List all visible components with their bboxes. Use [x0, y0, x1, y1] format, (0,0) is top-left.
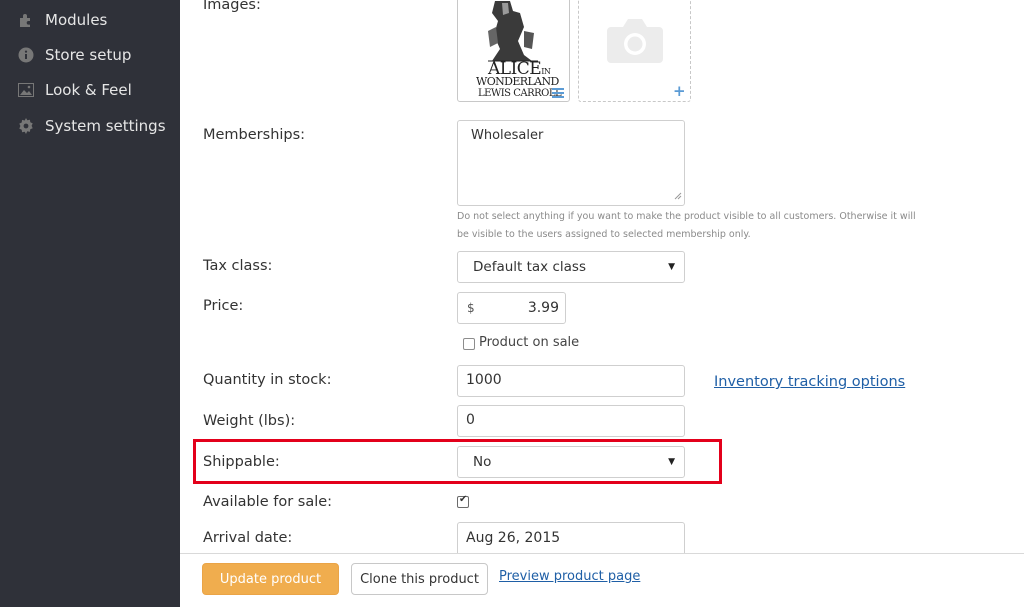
tax-class-label: Tax class: [203, 258, 273, 274]
sidebar-item-system-settings[interactable]: System settings [0, 109, 180, 143]
camera-icon [607, 17, 663, 67]
sidebar-item-modules[interactable]: Modules [0, 3, 180, 37]
quantity-input[interactable]: 1000 [457, 365, 685, 397]
price-value: 3.99 [527, 300, 559, 316]
drag-handle-icon[interactable] [552, 83, 564, 101]
product-on-sale-checkbox[interactable] [463, 338, 475, 350]
price-label: Price: [203, 298, 244, 314]
resize-handle-icon[interactable] [674, 189, 682, 204]
memberships-help-text: Do not select anything if you want to ma… [457, 211, 916, 240]
available-for-sale-checkbox[interactable] [457, 494, 469, 508]
quantity-label: Quantity in stock: [203, 372, 332, 388]
product-image-thumbnail[interactable]: ALICEIN WONDERLAND LEWIS CARROLL [457, 0, 570, 102]
clone-product-button[interactable]: Clone this product [351, 563, 488, 595]
quantity-value: 1000 [466, 372, 502, 388]
sidebar-item-label: Modules [45, 11, 108, 29]
sidebar-item-label: Store setup [45, 46, 132, 64]
puzzle-icon [17, 12, 34, 29]
book-author: LEWIS CARROLL [478, 88, 562, 99]
available-for-sale-label: Available for sale: [203, 494, 333, 510]
add-image-slot[interactable]: + [578, 0, 691, 102]
memberships-select[interactable]: Wholesaler [457, 120, 685, 206]
inventory-tracking-link[interactable]: Inventory tracking options [714, 374, 905, 390]
arrival-date-value: Aug 26, 2015 [466, 530, 561, 546]
currency-symbol: $ [467, 301, 475, 315]
book-title-wonderland: WONDERLAND [476, 75, 559, 88]
action-bar: Update product Clone this product Previe… [180, 553, 1024, 607]
sidebar: Modules Store setup Look & Feel System s… [0, 0, 180, 607]
update-product-button[interactable]: Update product [202, 563, 339, 595]
tax-class-value: Default tax class [473, 259, 586, 275]
sidebar-item-store-setup[interactable]: Store setup [0, 38, 180, 72]
weight-input[interactable]: 0 [457, 405, 685, 437]
sidebar-item-label: System settings [45, 117, 166, 135]
preview-product-link[interactable]: Preview product page [499, 569, 640, 584]
sidebar-item-look-feel[interactable]: Look & Feel [0, 73, 180, 107]
product-on-sale-label: Product on sale [479, 335, 580, 350]
gear-icon [17, 118, 34, 135]
info-icon [17, 47, 34, 64]
tax-class-select[interactable]: Default tax class ▼ [457, 251, 685, 283]
weight-label: Weight (lbs): [203, 413, 296, 429]
memberships-label: Memberships: [203, 127, 306, 143]
sidebar-item-label: Look & Feel [45, 81, 132, 99]
dropdown-arrow-icon: ▼ [668, 262, 675, 272]
images-label: Images: [203, 0, 261, 13]
add-icon[interactable]: + [673, 82, 686, 100]
weight-value: 0 [466, 412, 475, 428]
memberships-option: Wholesaler [471, 128, 544, 143]
image-icon [17, 82, 34, 99]
arrival-date-input[interactable]: Aug 26, 2015 [457, 522, 685, 553]
shippable-highlight-box [193, 439, 722, 484]
arrival-date-label: Arrival date: [203, 530, 293, 546]
price-input[interactable]: $ 3.99 [457, 292, 566, 324]
